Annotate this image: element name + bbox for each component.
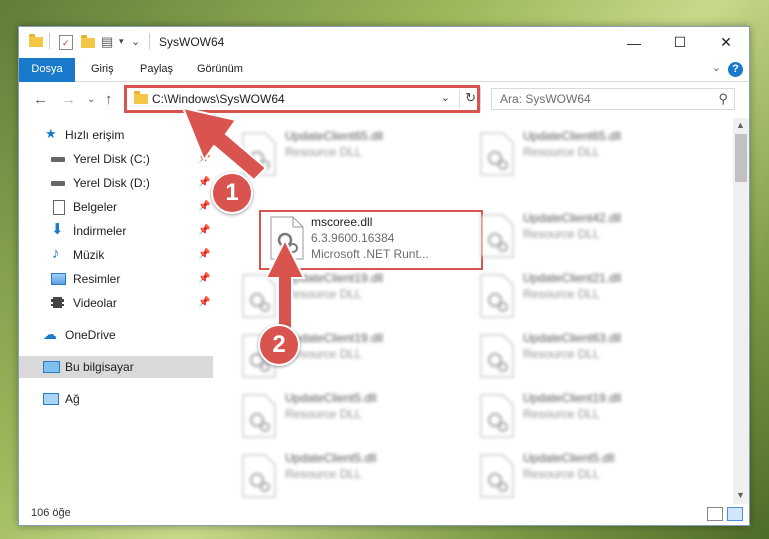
annotation-arrows (181, 106, 306, 333)
step-1-badge: 1 (211, 172, 253, 214)
step-2-badge: 2 (258, 324, 300, 366)
arrow-up-left (181, 106, 268, 182)
arrow-up (264, 237, 306, 333)
